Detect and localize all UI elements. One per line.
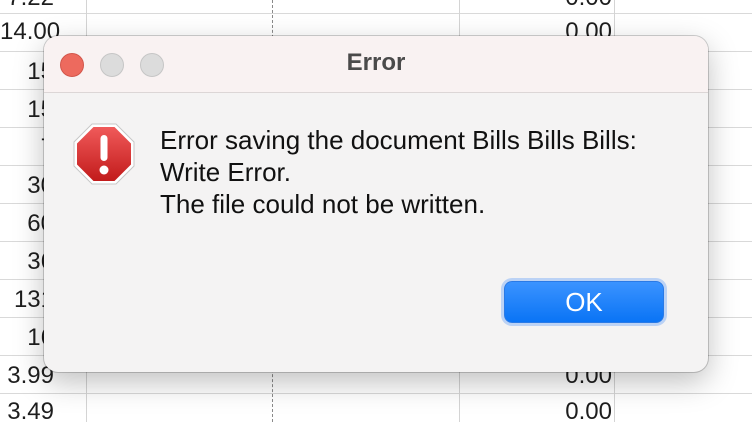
dialog-title: Error: [346, 49, 406, 76]
ok-button[interactable]: OK: [504, 281, 664, 323]
error-message-line: The file could not be written.: [160, 189, 486, 219]
error-message-line: Write Error.: [160, 157, 291, 187]
stop-alert-icon: [72, 122, 136, 186]
dialog-titlebar[interactable]: Error: [44, 36, 708, 93]
cell[interactable]: 7.22: [0, 0, 54, 12]
error-message-line: Error saving the document Bills Bills Bi…: [160, 125, 637, 155]
error-message: Error saving the document Bills Bills Bi…: [160, 124, 700, 220]
error-dialog: Error Error saving the document Bills Bi…: [44, 36, 708, 372]
cell[interactable]: 0.00: [500, 0, 612, 12]
